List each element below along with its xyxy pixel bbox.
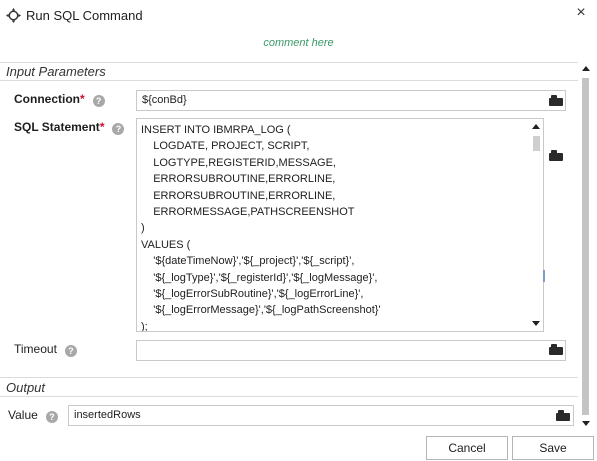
timeout-label: Timeout? [14, 342, 77, 357]
output-section-divider-bottom [0, 396, 578, 397]
output-title: Output [6, 380, 46, 395]
input-parameters-title: Input Parameters [6, 64, 106, 79]
value-help-icon[interactable]: ? [45, 411, 58, 423]
sql-statement-help-icon[interactable]: ? [112, 123, 125, 135]
main-scroll-up-icon[interactable] [582, 66, 590, 71]
cancel-button[interactable]: Cancel [426, 436, 508, 460]
window-title: Run SQL Command [26, 8, 143, 23]
sql-statement-variable-picker-icon[interactable] [549, 150, 563, 162]
sql-editor-scrollbar[interactable] [529, 119, 543, 331]
sql-statement-editor[interactable]: INSERT INTO IBMRPA_LOG ( LOGDATE, PROJEC… [136, 118, 544, 332]
command-app-icon [6, 8, 21, 23]
connection-label: Connection*? [14, 92, 105, 107]
sql-scroll-position-marker [543, 270, 545, 282]
sql-statement-label-text: SQL Statement [14, 120, 100, 134]
output-section-divider-top [0, 377, 578, 378]
sql-scroll-up-icon[interactable] [532, 124, 540, 129]
main-vertical-scrollbar[interactable] [580, 64, 592, 428]
main-scroll-down-icon[interactable] [582, 421, 590, 426]
input-section-divider-bottom [0, 80, 578, 81]
value-label-text: Value [8, 408, 38, 422]
timeout-input[interactable] [136, 340, 566, 361]
connection-required-mark: * [80, 92, 85, 106]
timeout-help-icon[interactable]: ? [64, 345, 77, 357]
connection-label-text: Connection [14, 92, 80, 106]
output-value-variable-picker-icon[interactable] [556, 410, 570, 422]
input-section-divider-top [0, 62, 578, 63]
connection-help-icon[interactable]: ? [92, 95, 105, 107]
close-icon[interactable]: × [572, 4, 590, 22]
timeout-label-text: Timeout [14, 342, 57, 356]
value-label: Value? [8, 408, 58, 423]
sql-statement-required-mark: * [99, 120, 105, 134]
sql-statement-label: SQL Statement*? [14, 120, 125, 135]
output-value-input[interactable]: insertedRows [68, 405, 574, 426]
title-bar: Run SQL Command × [0, 0, 597, 30]
comment-text[interactable]: comment here [0, 37, 597, 49]
sql-scroll-down-icon[interactable] [532, 321, 540, 326]
save-button[interactable]: Save [512, 436, 594, 460]
sql-statement-text[interactable]: INSERT INTO IBMRPA_LOG ( LOGDATE, PROJEC… [141, 122, 525, 331]
connection-variable-picker-icon[interactable] [549, 95, 563, 107]
sql-scroll-thumb[interactable] [533, 136, 540, 151]
connection-input[interactable]: ${conBd} [136, 90, 566, 111]
timeout-variable-picker-icon[interactable] [549, 344, 563, 356]
main-scroll-thumb[interactable] [582, 78, 589, 415]
